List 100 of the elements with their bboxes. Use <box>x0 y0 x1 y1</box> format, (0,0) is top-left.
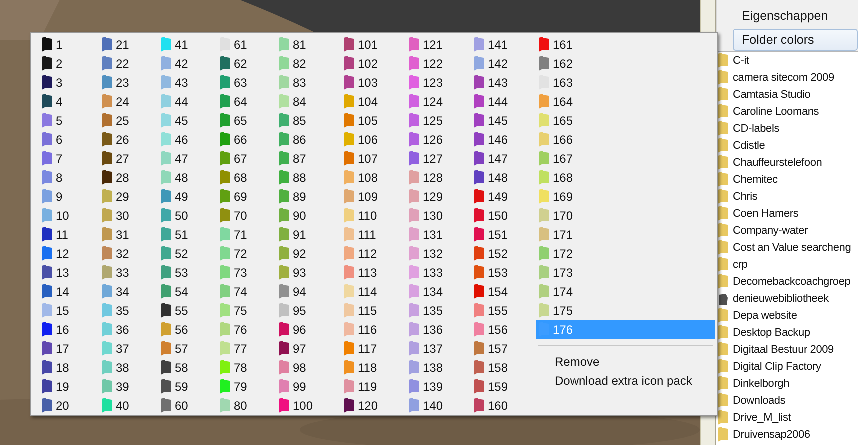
file-name[interactable]: Digital Clip Factory <box>733 360 822 372</box>
color-item[interactable]: 117 <box>341 339 406 358</box>
color-item[interactable]: 13 <box>39 263 99 282</box>
color-item[interactable]: 82 <box>276 54 341 73</box>
color-item[interactable]: 37 <box>99 339 158 358</box>
color-item[interactable]: 93 <box>276 263 341 282</box>
color-item[interactable]: 103 <box>341 73 406 92</box>
file-name[interactable]: Dinkelborgh <box>733 378 790 390</box>
file-name[interactable]: Desktop Backup <box>733 326 810 338</box>
color-item[interactable]: 15 <box>39 301 99 320</box>
color-item[interactable]: 35 <box>99 301 158 320</box>
file-name[interactable]: Digitaal Bestuur 2009 <box>733 344 834 356</box>
file-name[interactable]: crp <box>733 258 748 270</box>
color-item[interactable]: 158 <box>471 358 536 377</box>
color-item[interactable]: 89 <box>276 187 341 206</box>
color-item[interactable]: 5 <box>39 111 99 130</box>
color-item[interactable]: 66 <box>217 130 276 149</box>
color-item[interactable]: 112 <box>341 244 406 263</box>
file-name[interactable]: Drive_M_list <box>733 412 792 424</box>
color-item[interactable]: 101 <box>341 35 406 54</box>
color-item[interactable]: 30 <box>99 206 158 225</box>
color-item[interactable]: 164 <box>536 92 715 111</box>
color-item[interactable]: 43 <box>158 73 217 92</box>
color-item[interactable]: 162 <box>536 54 715 73</box>
color-item[interactable]: 80 <box>217 396 276 415</box>
color-item[interactable]: 140 <box>406 396 471 415</box>
color-item[interactable]: 71 <box>217 225 276 244</box>
color-item[interactable]: 98 <box>276 358 341 377</box>
color-item[interactable]: 167 <box>536 149 715 168</box>
color-item[interactable]: 144 <box>471 92 536 111</box>
color-item[interactable]: 122 <box>406 54 471 73</box>
color-item[interactable]: 161 <box>536 35 715 54</box>
color-item[interactable]: 68 <box>217 168 276 187</box>
file-name[interactable]: CD-labels <box>733 122 780 134</box>
color-item[interactable]: 76 <box>217 320 276 339</box>
color-item[interactable]: 9 <box>39 187 99 206</box>
color-item[interactable]: 126 <box>406 130 471 149</box>
color-item[interactable]: 42 <box>158 54 217 73</box>
color-item[interactable]: 77 <box>217 339 276 358</box>
color-item[interactable]: 86 <box>276 130 341 149</box>
color-item[interactable]: 125 <box>406 111 471 130</box>
color-item[interactable]: 16 <box>39 320 99 339</box>
color-item[interactable]: 58 <box>158 358 217 377</box>
color-item[interactable]: 153 <box>471 263 536 282</box>
color-item[interactable]: 110 <box>341 206 406 225</box>
color-item[interactable]: 88 <box>276 168 341 187</box>
color-item[interactable]: 56 <box>158 320 217 339</box>
color-item[interactable]: 92 <box>276 244 341 263</box>
color-item[interactable]: 149 <box>471 187 536 206</box>
color-item[interactable]: 34 <box>99 282 158 301</box>
color-item[interactable]: 47 <box>158 149 217 168</box>
color-item[interactable]: 50 <box>158 206 217 225</box>
color-item[interactable]: 75 <box>217 301 276 320</box>
color-item[interactable]: 59 <box>158 377 217 396</box>
color-item[interactable]: 81 <box>276 35 341 54</box>
color-item[interactable]: 55 <box>158 301 217 320</box>
color-item[interactable]: 163 <box>536 73 715 92</box>
color-item[interactable]: 62 <box>217 54 276 73</box>
color-item[interactable]: 63 <box>217 73 276 92</box>
color-item[interactable]: 46 <box>158 130 217 149</box>
color-item[interactable]: 114 <box>341 282 406 301</box>
color-item[interactable]: 69 <box>217 187 276 206</box>
color-item[interactable]: 106 <box>341 130 406 149</box>
color-item[interactable]: 134 <box>406 282 471 301</box>
file-name[interactable]: Caroline Loomans <box>733 106 820 118</box>
color-item[interactable]: 97 <box>276 339 341 358</box>
color-item[interactable]: 156 <box>471 320 536 339</box>
color-item[interactable]: 52 <box>158 244 217 263</box>
color-item[interactable]: 141 <box>471 35 536 54</box>
color-item[interactable]: 20 <box>39 396 99 415</box>
color-item[interactable]: 174 <box>536 282 715 301</box>
color-item[interactable]: 28 <box>99 168 158 187</box>
color-item[interactable]: 172 <box>536 244 715 263</box>
color-item[interactable]: 146 <box>471 130 536 149</box>
color-item[interactable]: 41 <box>158 35 217 54</box>
color-item[interactable]: 64 <box>217 92 276 111</box>
color-item[interactable]: 48 <box>158 168 217 187</box>
color-item[interactable]: 8 <box>39 168 99 187</box>
color-item[interactable]: 23 <box>99 73 158 92</box>
color-item[interactable]: 39 <box>99 377 158 396</box>
color-item[interactable]: 18 <box>39 358 99 377</box>
color-item[interactable]: 90 <box>276 206 341 225</box>
menu-item[interactable]: Remove <box>536 352 715 371</box>
color-item[interactable]: 84 <box>276 92 341 111</box>
color-item[interactable]: 173 <box>536 263 715 282</box>
color-item[interactable]: 96 <box>276 320 341 339</box>
color-item[interactable]: 94 <box>276 282 341 301</box>
color-item[interactable]: 100 <box>276 396 341 415</box>
color-item[interactable]: 21 <box>99 35 158 54</box>
color-item[interactable]: 160 <box>471 396 536 415</box>
color-item[interactable]: 113 <box>341 263 406 282</box>
color-item[interactable]: 119 <box>341 377 406 396</box>
color-item[interactable]: 170 <box>536 206 715 225</box>
color-item[interactable]: 45 <box>158 111 217 130</box>
color-item[interactable]: 19 <box>39 377 99 396</box>
color-item[interactable]: 151 <box>471 225 536 244</box>
color-item[interactable]: 79 <box>217 377 276 396</box>
file-name[interactable]: denieuwebibliotheek <box>733 292 829 304</box>
color-item[interactable]: 102 <box>341 54 406 73</box>
color-item[interactable]: 51 <box>158 225 217 244</box>
